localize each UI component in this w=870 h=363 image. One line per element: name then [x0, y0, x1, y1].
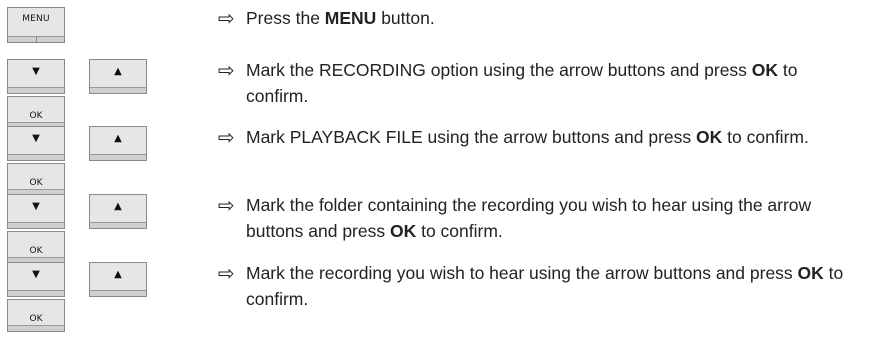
ok-button-label: OK — [29, 177, 43, 188]
ok-button-label: OK — [29, 245, 43, 256]
step-text-part: button. — [376, 8, 435, 28]
step-text-part: Press the — [246, 8, 325, 28]
step-text-bold: OK — [751, 60, 779, 80]
ok-button-label: OK — [29, 313, 43, 324]
up-arrow-button[interactable]: ▲ — [89, 59, 147, 94]
right-arrow-icon: ⇨ — [218, 193, 235, 217]
down-arrow-button[interactable]: ▼ — [7, 59, 65, 94]
down-arrow-button[interactable]: ▼ — [7, 262, 65, 297]
right-arrow-icon: ⇨ — [218, 261, 235, 285]
instruction-step: ⇨ Mark PLAYBACK FILE using the arrow but… — [218, 124, 858, 150]
step-text: Mark the recording you wish to hear usin… — [218, 260, 858, 312]
up-arrow-icon: ▲ — [114, 66, 122, 77]
step-text: Mark the RECORDING option using the arro… — [218, 57, 858, 109]
instruction-step: ⇨ Mark the folder containing the recordi… — [218, 192, 858, 244]
right-arrow-icon: ⇨ — [218, 125, 235, 149]
step-text-part: to confirm. — [722, 127, 809, 147]
instruction-step: ⇨ Mark the recording you wish to hear us… — [218, 260, 858, 312]
ok-button[interactable]: OK — [7, 96, 65, 129]
down-arrow-button[interactable]: ▼ — [7, 194, 65, 229]
step-text-bold: OK — [797, 263, 824, 283]
down-arrow-icon: ▼ — [32, 269, 40, 280]
down-arrow-icon: ▼ — [32, 201, 40, 212]
step-text-part: Mark the recording you wish to hear usin… — [246, 263, 798, 283]
up-arrow-button[interactable]: ▲ — [89, 262, 147, 297]
down-arrow-icon: ▼ — [32, 66, 40, 77]
step-text-bold: OK — [696, 127, 723, 147]
step-text: Mark PLAYBACK FILE using the arrow butto… — [218, 124, 858, 150]
step-text-part: Mark the RECORDING option using the arro… — [246, 60, 752, 80]
down-arrow-button[interactable]: ▼ — [7, 126, 65, 161]
up-arrow-button[interactable]: ▲ — [89, 194, 147, 229]
ok-button[interactable]: OK — [7, 299, 65, 332]
step-text-bold: MENU — [324, 8, 377, 28]
step-text: Mark the folder containing the recording… — [218, 192, 858, 244]
up-arrow-icon: ▲ — [114, 201, 122, 212]
step-text: Press the MENU button. — [218, 5, 858, 31]
up-arrow-icon: ▲ — [114, 133, 122, 144]
ok-button-label: OK — [29, 110, 43, 121]
right-arrow-icon: ⇨ — [218, 58, 235, 82]
up-arrow-button[interactable]: ▲ — [89, 126, 147, 161]
step-text-part: Mark the folder containing the recording… — [246, 195, 812, 241]
ok-button[interactable]: OK — [7, 163, 65, 196]
right-arrow-icon: ⇨ — [218, 6, 235, 30]
ok-button[interactable]: OK — [7, 231, 65, 264]
down-arrow-icon: ▼ — [32, 133, 40, 144]
step-text-part: Mark PLAYBACK FILE using the arrow butto… — [246, 127, 697, 147]
up-arrow-icon: ▲ — [114, 269, 122, 280]
step-text-part: to confirm. — [416, 221, 503, 241]
instruction-step: ⇨ Press the MENU button. — [218, 5, 858, 31]
step-text-bold: OK — [389, 221, 417, 241]
menu-button[interactable]: MENU — [7, 7, 65, 43]
instruction-step: ⇨ Mark the RECORDING option using the ar… — [218, 57, 858, 109]
menu-button-label: MENU — [22, 14, 50, 24]
